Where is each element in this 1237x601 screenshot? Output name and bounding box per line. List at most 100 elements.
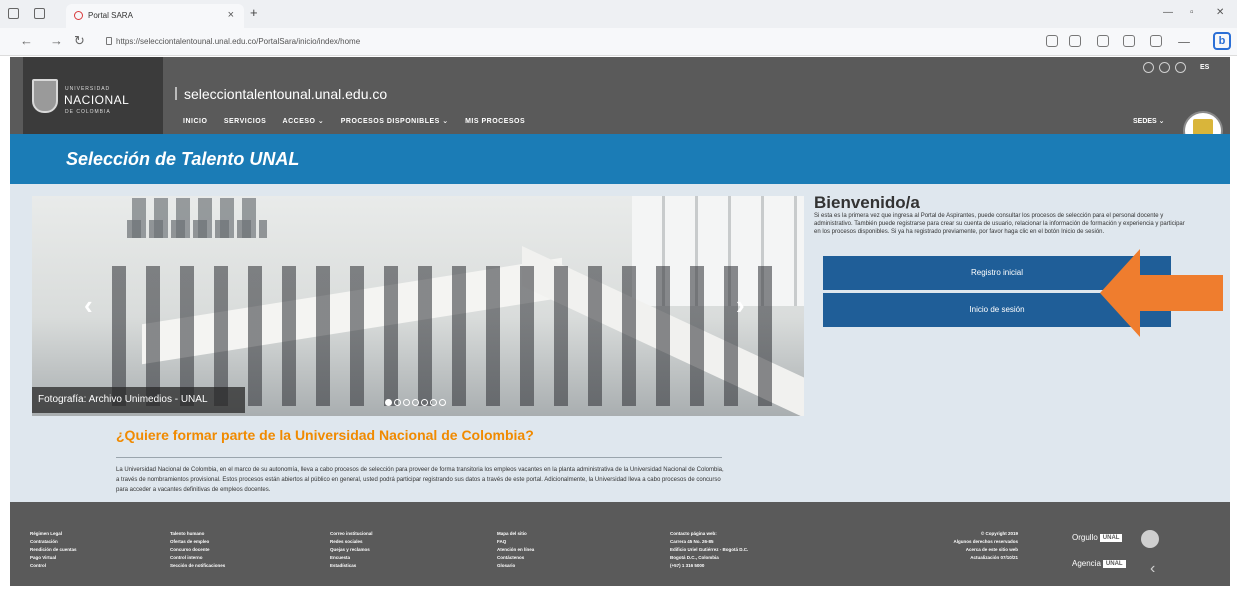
footer-link[interactable]: Rendición de cuentas [30,546,77,554]
maximize-icon[interactable]: ▫ [1190,7,1194,18]
tab-favicon-icon [74,11,83,20]
tab-actions-icon[interactable] [34,8,45,19]
tab-close-icon[interactable]: × [228,9,234,21]
footer-link[interactable]: Redes sociales [330,538,373,546]
bing-icon[interactable]: b [1213,32,1231,50]
menu-item-mis-procesos[interactable]: MIS PROCESOS [465,118,525,125]
minimize-icon[interactable]: — [1163,7,1173,18]
university-shield-icon [32,79,58,113]
orange-pointer-arrow-icon [1100,249,1223,337]
intro-paragraph: La Universidad Nacional de Colombia, en … [116,467,724,493]
footer-link[interactable]: Talento humano [170,530,225,538]
twitter-icon[interactable] [1159,62,1170,73]
question-heading: ¿Quiere formar parte de la Universidad N… [116,427,534,443]
instagram-icon[interactable] [1175,62,1186,73]
footer-link[interactable]: Contratación [30,538,77,546]
site-domain-text: selecciontalentounal.unal.edu.co [184,86,388,102]
agencia-label: Agencia [1072,559,1101,568]
creative-commons-icon[interactable] [1141,530,1159,548]
footer-column-3: Correo institucional Redes sociales Quej… [330,530,373,570]
footer-link[interactable]: Estadísticas [330,562,373,570]
tab-portal-sara[interactable]: Portal SARA × [66,4,244,28]
more-options-icon[interactable] [1178,42,1190,43]
welcome-text: Si esta es la primera vez que ingresa al… [814,213,1185,235]
carousel-dot[interactable] [403,399,410,406]
window-close-icon[interactable]: ✕ [1216,7,1224,18]
unal-badge: UNAL [1099,534,1123,542]
carousel-indicators [385,393,448,411]
logo-text-main: NACIONAL [64,93,130,107]
profile-icon[interactable] [1150,35,1162,47]
carousel-dot[interactable] [394,399,401,406]
footer-column-1: Régimen Legal Contratación Rendición de … [30,530,77,570]
read-aloud-icon[interactable] [1046,35,1058,47]
footer-link[interactable]: Ofertas de empleo [170,538,225,546]
browser-tab-bar: Portal SARA × + — ▫ ✕ [0,0,1237,28]
divider [116,457,722,458]
url-field[interactable]: https://selecciontalentounal.unal.edu.co… [106,33,1006,51]
photo-caption: Fotografía: Archivo Unimedios - UNAL [32,387,245,413]
collections-icon[interactable] [1123,35,1135,47]
footer-text: (+57) 1 316 5000 [670,563,705,568]
back-icon[interactable]: ← [20,33,33,48]
footer-text: © Copyright 2019 [980,531,1018,536]
footer-link[interactable]: Sección de notificaciones [170,562,225,570]
language-selector[interactable]: ES [1200,64,1209,71]
menu-item-servicios[interactable]: SERVICIOS [224,118,267,125]
footer-link[interactable]: Acerca de este sitio web [928,546,1018,554]
logo-text-top: UNIVERSIDAD [65,86,111,92]
new-tab-icon[interactable]: + [250,5,258,20]
carousel-dot[interactable] [412,399,419,406]
site-domain: selecciontalentounal.unal.edu.co [175,86,387,102]
footer-link[interactable]: Control interno [170,554,225,562]
url-text: https://selecciontalentounal.unal.edu.co… [116,37,361,46]
footer-column-5: Contacto página web: Carrera 45 No. 26-8… [670,530,748,570]
welcome-title: Bienvenido/a [814,193,920,212]
carousel-dot[interactable] [430,399,437,406]
menu-item-procesos-disponibles[interactable]: PROCESOS DISPONIBLES ⌄ [341,118,449,125]
footer-link[interactable]: Pago Virtual [30,554,77,562]
logo-text-bottom: DE COLOMBIA [65,109,111,115]
footer-text: Contacto página web: [670,531,717,536]
footer-link[interactable]: Encuesta [330,554,373,562]
back-to-top-icon[interactable]: ‹ [1150,560,1155,578]
unal-badge: UNAL [1102,560,1126,568]
footer-text: Carrera 45 No. 26-85 [670,539,714,544]
orgullo-unal-link[interactable]: Orgullo UNAL [1072,533,1123,542]
footer-link[interactable]: Correo institucional [330,530,373,538]
carousel-prev-icon[interactable]: ‹ [84,292,98,318]
tab-title: Portal SARA [88,11,133,20]
footer-link[interactable]: Glosario [497,562,534,570]
footer-link[interactable]: Mapa del sitio [497,530,534,538]
carousel-next-icon[interactable]: › [736,292,750,318]
lock-icon [106,37,112,45]
footer-link[interactable]: Atención en línea [497,546,534,554]
menu-item-inicio[interactable]: INICIO [183,118,207,125]
favorites-icon[interactable] [1097,35,1109,47]
facebook-icon[interactable] [1143,62,1154,73]
page-title: Selección de Talento UNAL [66,149,300,169]
footer-link[interactable]: FAQ [497,538,534,546]
footer-link[interactable]: Quejas y reclamos [330,546,373,554]
agencia-unal-link[interactable]: Agencia UNAL [1072,559,1126,568]
carousel-dot[interactable] [439,399,446,406]
app-icon[interactable] [1069,35,1081,47]
footer-column-4: Mapa del sitio FAQ Atención en línea Con… [497,530,534,570]
sedes-dropdown[interactable]: SEDES ⌄ [1133,117,1165,125]
footer-link[interactable]: Control [30,562,77,570]
carousel-dot[interactable] [385,399,392,406]
forward-icon[interactable]: → [50,33,63,48]
refresh-icon[interactable]: ↻ [74,33,85,49]
carousel-photo [32,196,804,416]
carousel-dot[interactable] [421,399,428,406]
university-logo[interactable]: UNIVERSIDAD NACIONAL DE COLOMBIA [23,57,163,141]
workspaces-icon[interactable] [8,8,19,19]
footer-link[interactable]: Concurso docente [170,546,225,554]
main-menu: INICIO SERVICIOS ACCESO ⌄ PROCESOS DISPO… [183,117,539,125]
menu-item-acceso[interactable]: ACCESO ⌄ [283,118,325,125]
footer-text: Edificio Uriel Gutiérrez - Bogotá D.C. [670,547,749,552]
footer-link[interactable]: Contáctenos [497,554,534,562]
footer-column-6: © Copyright 2019 Algunos derechos reserv… [928,530,1018,562]
footer-text: Actualización 07/10/21 [970,555,1018,560]
footer-link[interactable]: Régimen Legal [30,530,77,538]
